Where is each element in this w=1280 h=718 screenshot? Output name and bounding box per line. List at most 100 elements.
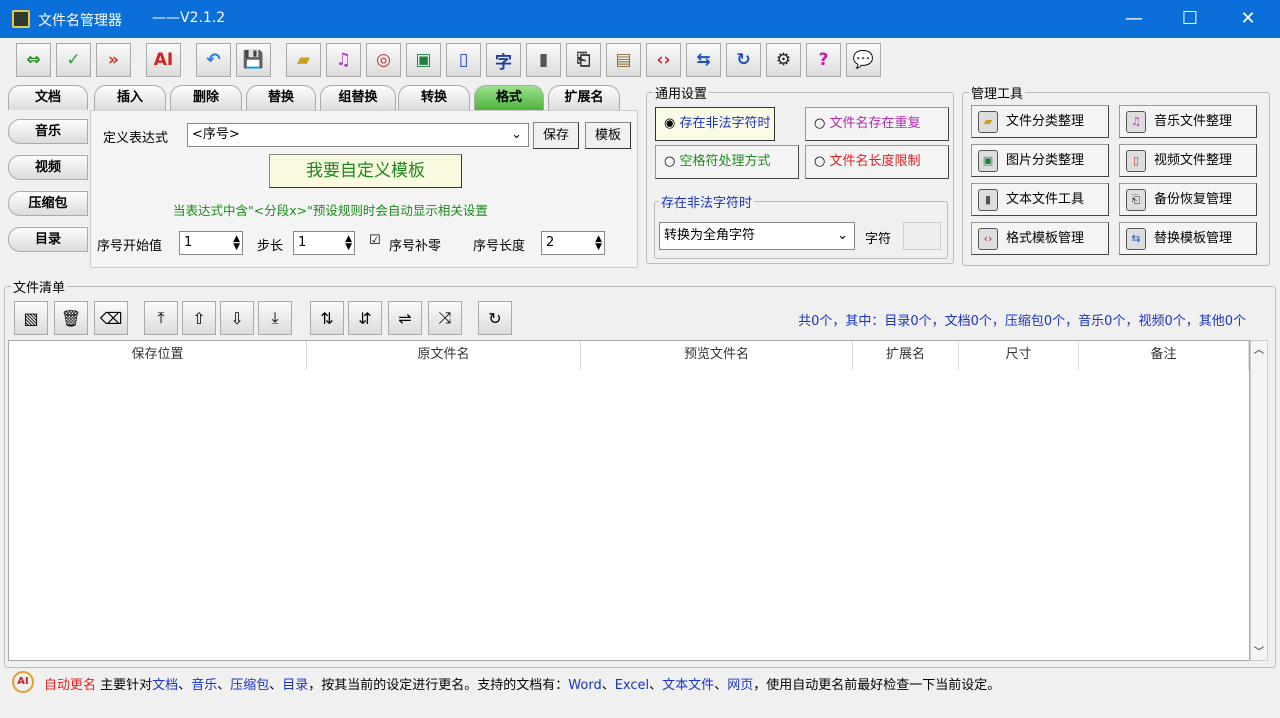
list-clear-button[interactable]: ⌫ — [94, 301, 128, 335]
toolbar-forward-button[interactable]: » — [96, 43, 131, 77]
toolbar-backup-button[interactable]: ⎗ — [566, 43, 601, 77]
list-move-up-button[interactable]: ⇧ — [182, 301, 216, 335]
side-tab-3[interactable]: 目录 — [8, 227, 88, 252]
toolbar-ai-rename-button[interactable]: AI — [146, 43, 181, 77]
toolbar-notebook-button[interactable]: ▤ — [606, 43, 641, 77]
column-header-0[interactable]: 保存位置 — [9, 341, 307, 370]
tool-button-6[interactable]: ‹› 格式模板管理 — [971, 222, 1109, 255]
toolbar-image-button[interactable]: ▣ — [406, 43, 441, 77]
radio-option-1[interactable]: ○ 文件名存在重复 — [805, 107, 949, 141]
side-tab-0[interactable]: 音乐 — [8, 119, 88, 144]
char-input[interactable] — [903, 222, 941, 250]
toolbar-text-button[interactable]: 字 — [486, 43, 521, 77]
tool-icon: ▣ — [978, 149, 998, 172]
radio-option-0[interactable]: ◉ 存在非法字符时 — [655, 107, 775, 141]
status-part: 音乐 — [191, 678, 218, 693]
tool-button-4[interactable]: ▮ 文本文件工具 — [971, 183, 1109, 216]
tool-icon: ▯ — [1126, 149, 1146, 172]
list-move-bottom-button[interactable]: ⤓ — [258, 301, 292, 335]
toolbar-file-button[interactable]: ▮ — [526, 43, 561, 77]
column-header-1[interactable]: 原文件名 — [307, 341, 581, 370]
length-spinner[interactable]: 2 ▲ ▼ — [541, 231, 605, 255]
close-button[interactable]: ✕ — [1220, 0, 1276, 38]
title-bar: 文件名管理器 ——V2.1.2 — ☐ ✕ — [0, 0, 1280, 38]
tool-button-5[interactable]: ⎗ 备份恢复管理 — [1119, 183, 1257, 216]
toolbar-undo-button[interactable]: ↶ — [196, 43, 231, 77]
toolbar-document-button[interactable]: ▯ — [446, 43, 481, 77]
column-header-3[interactable]: 扩展名 — [853, 341, 959, 370]
expr-combobox[interactable]: <序号> ⌄ — [187, 123, 529, 147]
scroll-up-icon[interactable]: ︿ — [1251, 341, 1267, 356]
toolbar-refresh-file-button[interactable]: ↻ — [726, 43, 761, 77]
general-settings-group: 通用设置 ◉ 存在非法字符时 ○ 文件名存在重复 ○ 空格符处理方式 ○ 文件名长度限… — [646, 83, 954, 264]
tool-icon: ▰ — [978, 110, 998, 133]
char-label: 字符 — [865, 232, 892, 247]
column-header-5[interactable]: 备注 — [1079, 341, 1249, 370]
tab-1[interactable]: 插入 — [94, 85, 166, 110]
undo-icon: ↶ — [206, 50, 221, 70]
file-table[interactable] — [8, 340, 1250, 661]
spinner-arrows-icon[interactable]: ▲ ▼ — [595, 235, 602, 252]
vertical-scrollbar[interactable]: ︿ ﹀ — [1250, 340, 1268, 661]
radio-option-3[interactable]: ○ 文件名长度限制 — [805, 145, 949, 179]
status-part: ，按其当前的设定进行更名。支持的文档有： — [308, 678, 569, 693]
save-button[interactable]: 保存 — [533, 122, 579, 149]
tool-button-7[interactable]: ⇆ 替换模板管理 — [1119, 222, 1257, 255]
chevron-down-icon: ⌄ — [511, 127, 522, 142]
tool-button-0[interactable]: ▰ 文件分类整理 — [971, 105, 1109, 138]
side-tab-2[interactable]: 压缩包 — [8, 191, 88, 216]
illegal-char-group: 存在非法字符时 转换为全角字符 ⌄ 字符 — [654, 192, 948, 259]
tab-5[interactable]: 转换 — [398, 85, 470, 110]
template-button[interactable]: 模板 — [585, 122, 631, 149]
minimize-button[interactable]: — — [1106, 0, 1162, 38]
toolbar-format-template-button[interactable]: ‹› — [646, 43, 681, 77]
tab-3[interactable]: 替换 — [246, 85, 316, 110]
maximize-button[interactable]: ☐ — [1162, 0, 1218, 38]
status-part: 目录 — [282, 678, 309, 693]
list-shuffle-button[interactable]: ⤨ — [428, 301, 462, 335]
notebook-icon: ▤ — [615, 50, 632, 70]
spinner-arrows-icon[interactable]: ▲ ▼ — [233, 235, 240, 252]
list-move-down-button[interactable]: ⇩ — [220, 301, 254, 335]
toolbar-chat-button[interactable]: 💬 — [846, 43, 881, 77]
step-spinner[interactable]: 1 ▲ ▼ — [293, 231, 355, 255]
side-tab-1[interactable]: 视频 — [8, 155, 88, 180]
list-sort-asc-button[interactable]: ⇅ — [310, 301, 344, 335]
toolbar-video-button[interactable]: ◎ — [366, 43, 401, 77]
list-refresh-button[interactable]: ↻ — [478, 301, 512, 335]
list-add-files-button[interactable]: ▧ — [14, 301, 48, 335]
column-header-2[interactable]: 预览文件名 — [581, 341, 853, 370]
toolbar-convert-button[interactable]: ⇔ — [16, 43, 51, 77]
toolbar-save-time-button[interactable]: 💾 — [236, 43, 271, 77]
toolbar-apply-button[interactable]: ✓ — [56, 43, 91, 77]
pad-checkbox[interactable]: ☑ — [369, 233, 381, 248]
illegal-char-select[interactable]: 转换为全角字符 ⌄ — [659, 222, 855, 250]
tab-7[interactable]: 扩展名 — [548, 85, 620, 110]
ai-rename-icon: AI — [153, 50, 174, 70]
tool-button-1[interactable]: ♫ 音乐文件整理 — [1119, 105, 1257, 138]
list-sort-desc-button[interactable]: ⇵ — [348, 301, 382, 335]
spinner-arrows-icon[interactable]: ▲ ▼ — [345, 235, 352, 252]
tab-0[interactable]: 文档 — [8, 85, 88, 110]
custom-template-button[interactable]: 我要自定义模板 — [269, 154, 462, 188]
toolbar-help-button[interactable]: ? — [806, 43, 841, 77]
list-move-top-button[interactable]: ⤒ — [144, 301, 178, 335]
toolbar-music-button[interactable]: ♫ — [326, 43, 361, 77]
toolbar-folder-button[interactable]: ▰ — [286, 43, 321, 77]
tab-2[interactable]: 删除 — [170, 85, 242, 110]
list-reverse-button[interactable]: ⇌ — [388, 301, 422, 335]
start-spinner[interactable]: 1 ▲ ▼ — [179, 231, 243, 255]
add-files-icon: ▧ — [23, 308, 39, 328]
window-title: 文件名管理器 — [38, 13, 122, 29]
tab-4[interactable]: 组替换 — [320, 85, 396, 110]
column-header-4[interactable]: 尺寸 — [959, 341, 1079, 370]
toolbar-replace-template-button[interactable]: ⇆ — [686, 43, 721, 77]
list-delete-button[interactable]: 🗑 — [54, 301, 88, 335]
tool-button-3[interactable]: ▯ 视频文件整理 — [1119, 144, 1257, 177]
tool-button-2[interactable]: ▣ 图片分类整理 — [971, 144, 1109, 177]
scroll-down-icon[interactable]: ﹀ — [1251, 643, 1267, 658]
radio-option-2[interactable]: ○ 空格符处理方式 — [655, 145, 799, 179]
radio-icon: ○ — [814, 154, 826, 169]
toolbar-settings-button[interactable]: ⚙ — [766, 43, 801, 77]
tab-6[interactable]: 格式 — [474, 85, 544, 110]
